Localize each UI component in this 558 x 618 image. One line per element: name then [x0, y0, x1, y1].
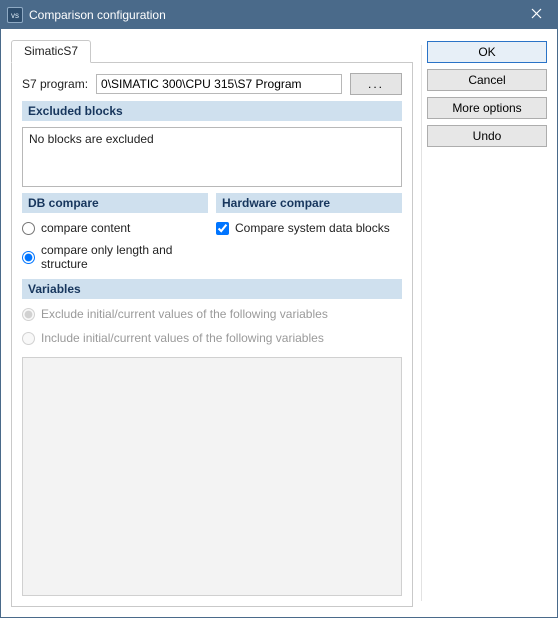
- dialog-window: vs Comparison configuration SimaticS7 S7…: [0, 0, 558, 618]
- main-pane: SimaticS7 S7 program: ... Excluded block…: [11, 39, 421, 607]
- radio-var-include-label: Include initial/current values of the fo…: [41, 331, 324, 345]
- radio-compare-content-label: compare content: [41, 221, 130, 235]
- radio-var-exclude-label: Exclude initial/current values of the fo…: [41, 307, 328, 321]
- compare-options: compare content compare only length and …: [22, 219, 402, 273]
- checkbox-sysdata-row[interactable]: Compare system data blocks: [216, 219, 402, 237]
- radio-var-exclude-row: Exclude initial/current values of the fo…: [22, 305, 402, 323]
- tab-strip: SimaticS7: [11, 39, 413, 63]
- checkbox-sysdata[interactable]: [216, 222, 229, 235]
- dialog-body: SimaticS7 S7 program: ... Excluded block…: [1, 29, 557, 617]
- radio-compare-length-row[interactable]: compare only length and structure: [22, 241, 208, 273]
- close-icon: [531, 8, 542, 22]
- close-button[interactable]: [515, 1, 557, 29]
- radio-var-exclude: [22, 308, 35, 321]
- radio-compare-length-label: compare only length and structure: [41, 243, 208, 271]
- app-icon: vs: [7, 7, 23, 23]
- cancel-button[interactable]: Cancel: [427, 69, 547, 91]
- radio-compare-content-row[interactable]: compare content: [22, 219, 208, 237]
- radio-var-include: [22, 332, 35, 345]
- section-excluded-blocks: Excluded blocks: [22, 101, 402, 121]
- excluded-blocks-list[interactable]: No blocks are excluded: [22, 127, 402, 187]
- radio-var-include-row: Include initial/current values of the fo…: [22, 329, 402, 347]
- side-pane: OK Cancel More options Undo: [421, 39, 557, 607]
- s7-program-label: S7 program:: [22, 77, 88, 91]
- checkbox-sysdata-label: Compare system data blocks: [235, 221, 390, 235]
- browse-button[interactable]: ...: [350, 73, 402, 95]
- section-hardware-compare: Hardware compare: [216, 193, 402, 213]
- section-variables: Variables: [22, 279, 402, 299]
- tab-simatics7[interactable]: SimaticS7: [11, 40, 91, 63]
- undo-button[interactable]: Undo: [427, 125, 547, 147]
- tab-content: S7 program: ... Excluded blocks No block…: [11, 63, 413, 607]
- window-title: Comparison configuration: [29, 8, 515, 22]
- radio-compare-content[interactable]: [22, 222, 35, 235]
- titlebar: vs Comparison configuration: [1, 1, 557, 29]
- variables-list: [22, 357, 402, 596]
- more-options-button[interactable]: More options: [427, 97, 547, 119]
- excluded-blocks-empty-msg: No blocks are excluded: [29, 132, 154, 146]
- ok-button[interactable]: OK: [427, 41, 547, 63]
- radio-compare-length[interactable]: [22, 251, 35, 264]
- s7-program-row: S7 program: ...: [22, 73, 402, 95]
- s7-program-input[interactable]: [96, 74, 342, 94]
- section-db-compare: DB compare: [22, 193, 208, 213]
- compare-headers: DB compare Hardware compare: [22, 193, 402, 213]
